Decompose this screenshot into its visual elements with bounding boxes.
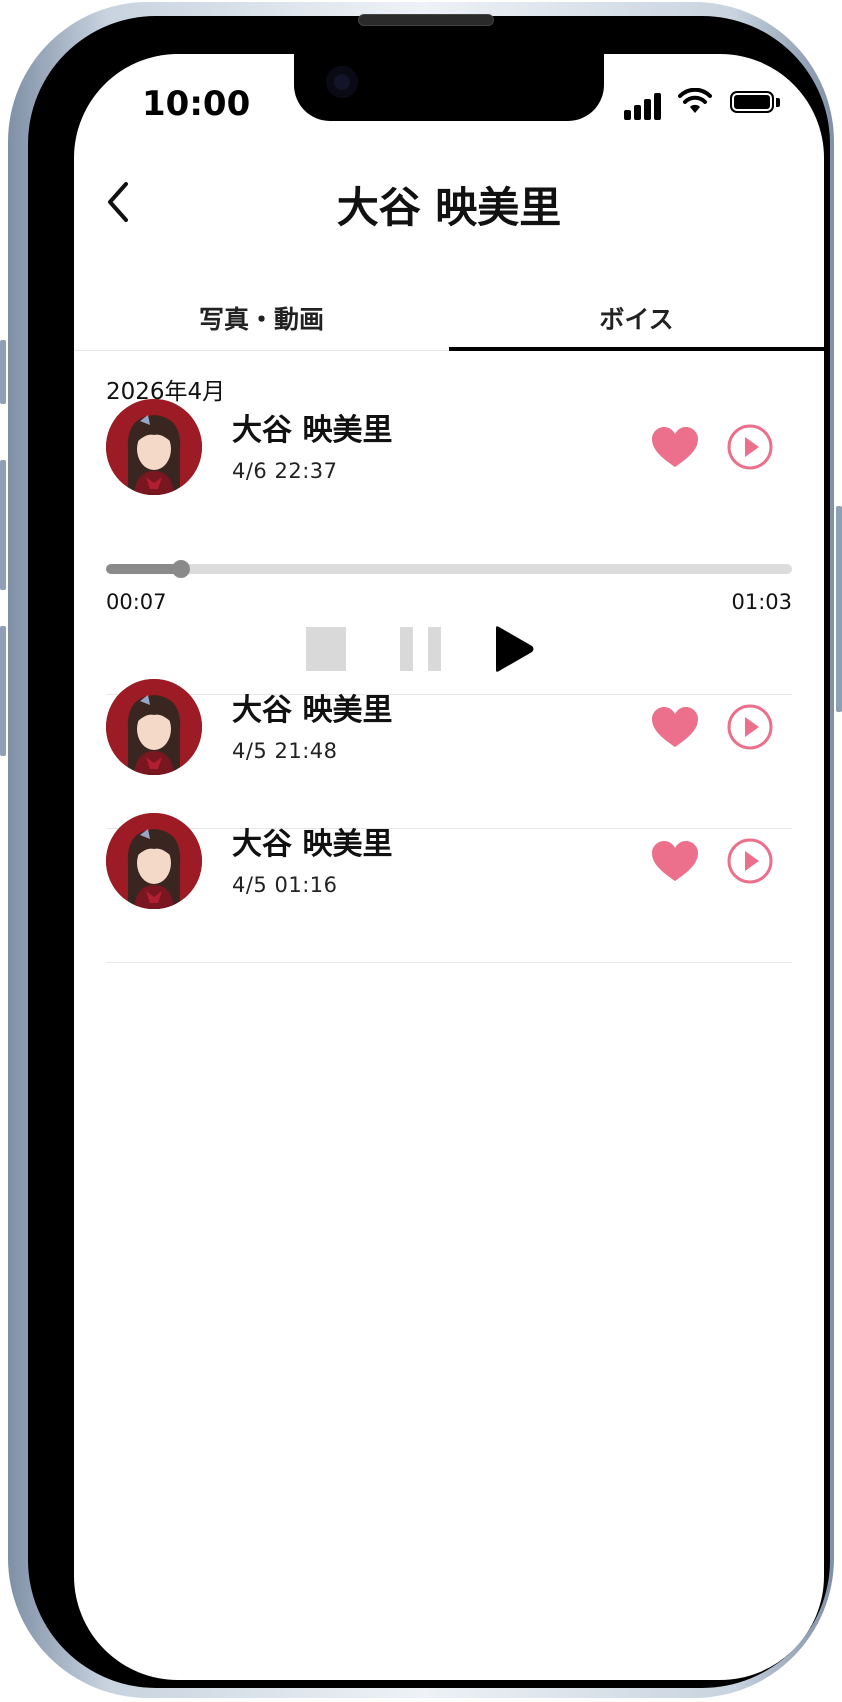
like-button[interactable] (650, 425, 700, 469)
item-name: 大谷 映美里 (232, 827, 393, 862)
tab-voice[interactable]: ボイス (449, 286, 824, 351)
progress-thumb[interactable] (172, 560, 191, 578)
list-item[interactable]: 大谷 映美里 4/5 01:16 (106, 813, 792, 913)
volume-up-button (0, 460, 6, 590)
list-item[interactable]: 大谷 映美里 4/6 22:37 (106, 399, 792, 499)
volume-down-button (0, 626, 6, 756)
pause-button[interactable] (400, 624, 442, 674)
stop-icon (306, 627, 346, 671)
avatar-image (106, 399, 202, 495)
tab-bar: 写真・動画 ボイス (74, 286, 824, 351)
battery-icon (730, 91, 774, 113)
progress-slider[interactable] (106, 560, 792, 578)
play-circle-icon (727, 424, 773, 470)
avatar (106, 813, 202, 909)
item-datetime: 4/5 21:48 (232, 739, 338, 763)
page-title: 大谷 映美里 (336, 183, 562, 232)
tab-photos-videos[interactable]: 写真・動画 (74, 286, 449, 350)
total-time: 01:03 (731, 590, 792, 614)
status-time: 10:00 (142, 84, 251, 124)
pause-icon (400, 627, 441, 671)
wifi-icon (678, 88, 712, 113)
play-control-button[interactable] (494, 624, 536, 674)
phone-bezel: 10:00 大谷 映美里 写真・動画 ボイス 2026年4月 大谷 映美里 4/… (28, 14, 830, 1688)
like-button[interactable] (650, 839, 700, 883)
play-circle-icon (727, 704, 773, 750)
heart-icon (652, 427, 698, 467)
front-camera (326, 66, 358, 98)
back-button[interactable] (98, 174, 138, 230)
play-circle-icon (727, 838, 773, 884)
earpiece-speaker (358, 14, 494, 26)
item-datetime: 4/5 01:16 (232, 873, 338, 897)
avatar (106, 679, 202, 775)
progress-fill (106, 564, 182, 574)
silent-switch (0, 340, 6, 404)
notch (294, 54, 604, 121)
avatar-image (106, 679, 202, 775)
avatar-image (106, 813, 202, 909)
battery-cap (776, 98, 780, 107)
stop-button[interactable] (306, 624, 346, 674)
list-item[interactable]: 大谷 映美里 4/5 21:48 (106, 679, 792, 779)
power-button (836, 506, 842, 712)
divider (106, 962, 792, 963)
chevron-left-icon (108, 182, 128, 222)
like-button[interactable] (650, 705, 700, 749)
item-datetime: 4/6 22:37 (232, 459, 338, 483)
item-name: 大谷 映美里 (232, 693, 393, 728)
heart-icon (652, 841, 698, 881)
phone-frame: 10:00 大谷 映美里 写真・動画 ボイス 2026年4月 大谷 映美里 4/… (8, 2, 834, 1698)
tab-label: 写真・動画 (198, 305, 324, 334)
avatar (106, 399, 202, 495)
heart-icon (652, 707, 698, 747)
phone-screen: 10:00 大谷 映美里 写真・動画 ボイス 2026年4月 大谷 映美里 4/… (74, 54, 824, 1680)
play-icon (496, 626, 534, 672)
play-button[interactable] (726, 423, 774, 471)
item-name: 大谷 映美里 (232, 413, 393, 448)
tab-label: ボイス (599, 305, 674, 334)
play-button[interactable] (726, 837, 774, 885)
elapsed-time: 00:07 (106, 590, 167, 614)
play-button[interactable] (726, 703, 774, 751)
